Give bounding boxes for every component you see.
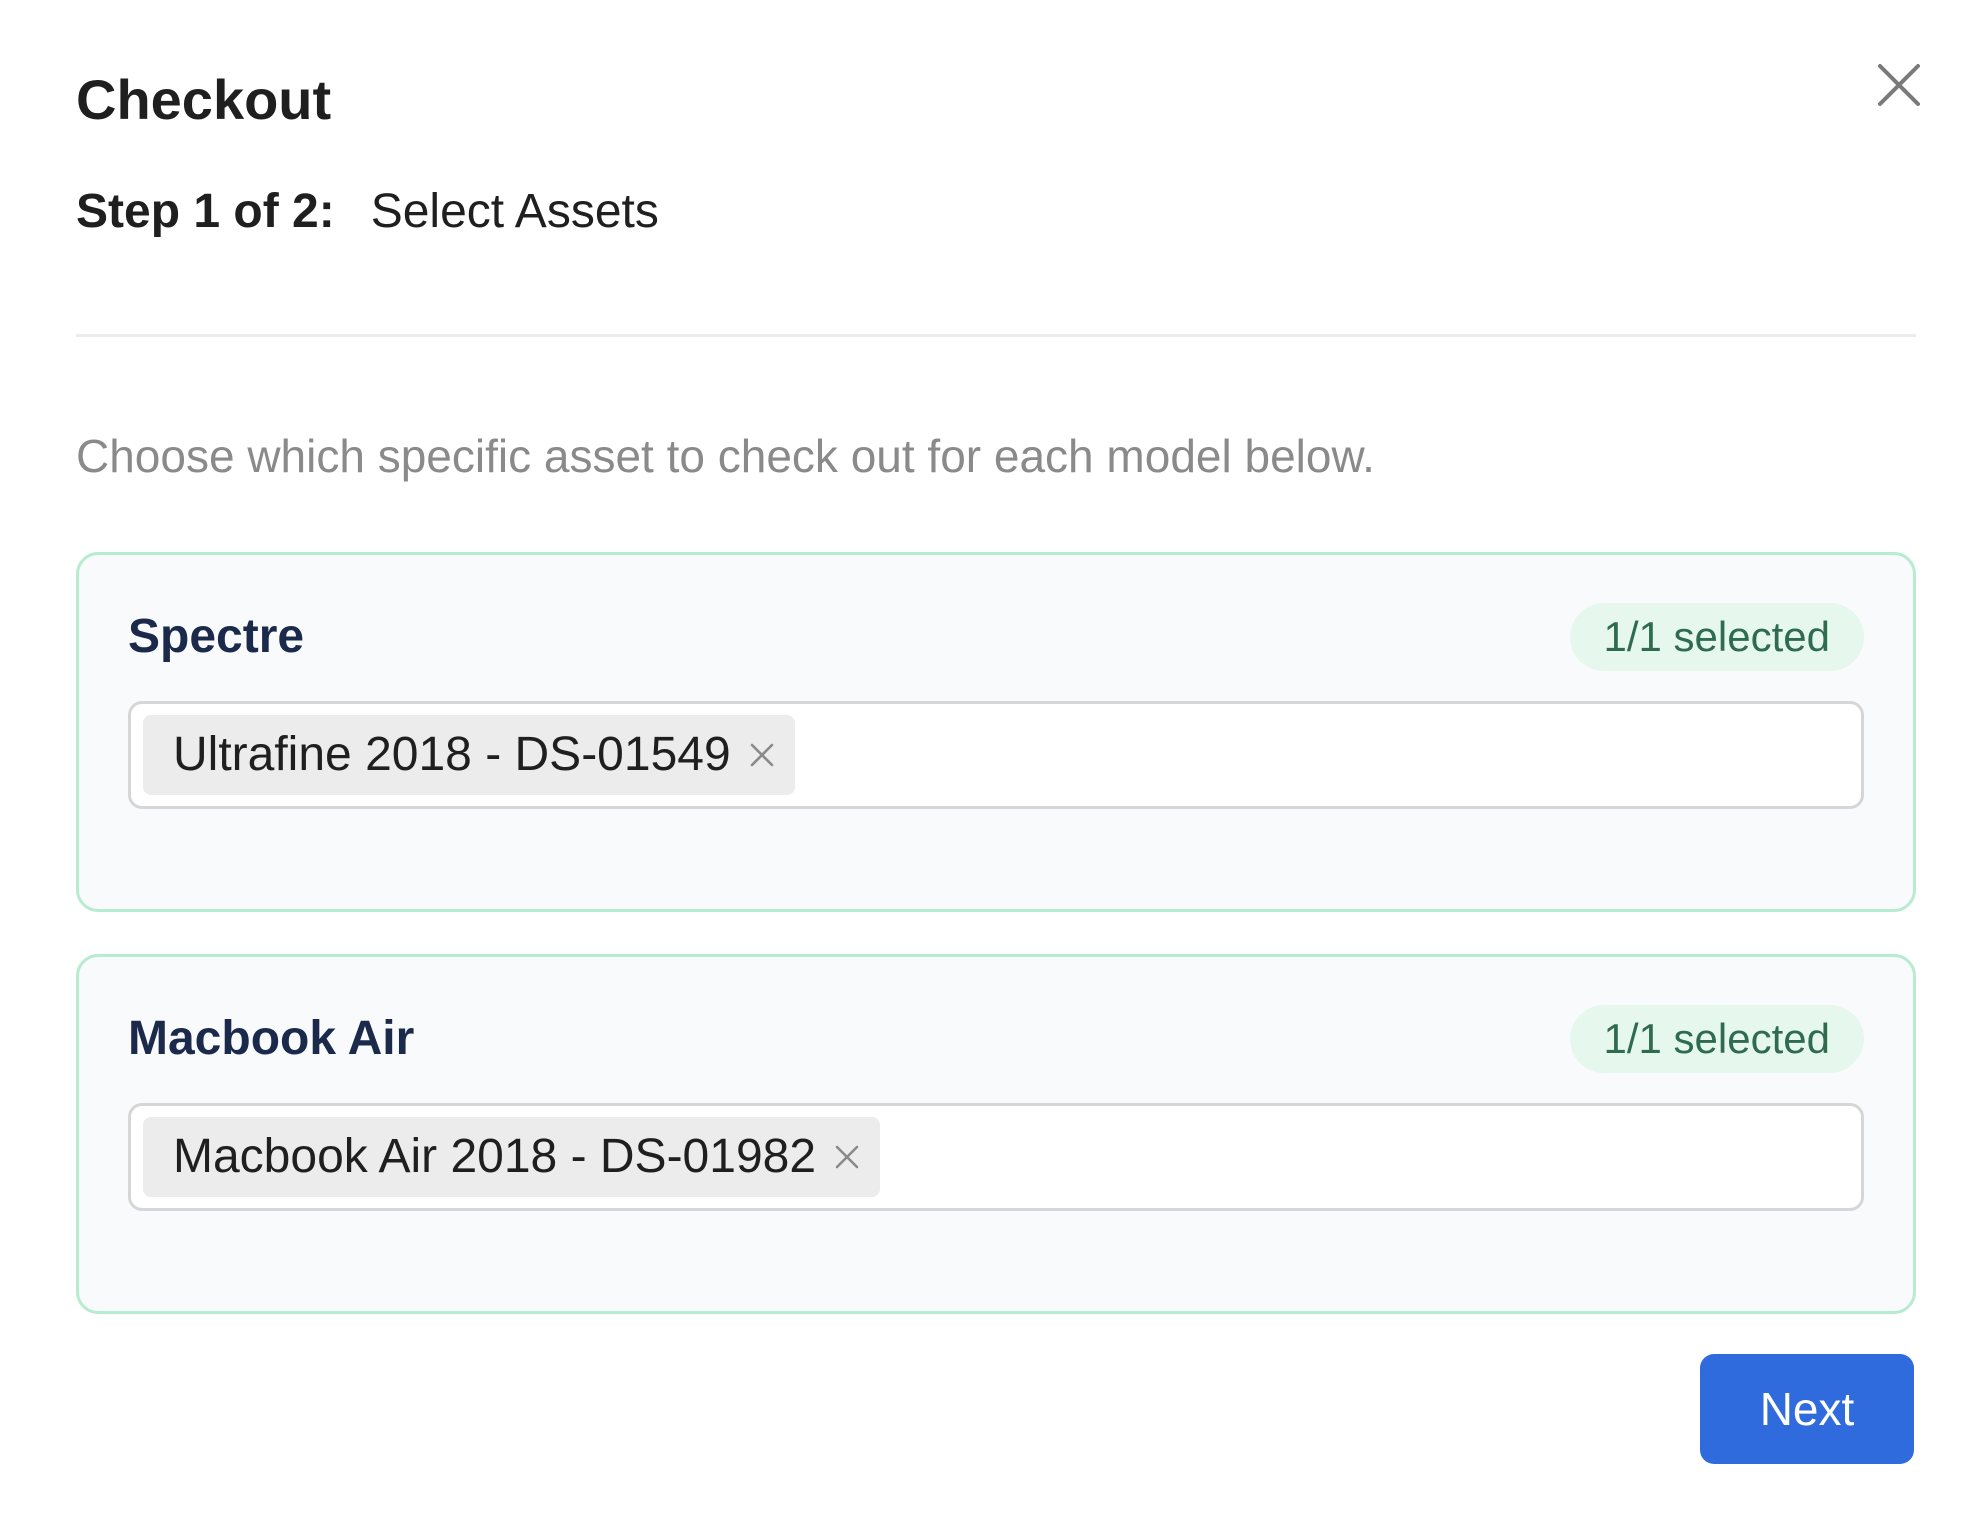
close-button[interactable] bbox=[1874, 60, 1924, 110]
close-icon bbox=[1878, 64, 1920, 106]
close-icon bbox=[835, 1145, 859, 1169]
model-title: Macbook Air bbox=[128, 1012, 415, 1065]
checkout-modal: Checkout Step 1 of 2: Select Assets Choos… bbox=[0, 0, 1976, 1516]
remove-tag-button[interactable] bbox=[747, 740, 777, 770]
close-icon bbox=[750, 743, 773, 767]
next-button[interactable]: Next bbox=[1700, 1354, 1914, 1464]
selected-asset-label: Macbook Air 2018 - DS-01982 bbox=[173, 1130, 817, 1183]
divider bbox=[76, 334, 1916, 337]
modal-title: Checkout bbox=[76, 68, 332, 131]
step-indicator: Step 1 of 2: Select Assets bbox=[76, 182, 659, 242]
remove-tag-button[interactable] bbox=[832, 1142, 862, 1172]
selection-count-badge: 1/1 selected bbox=[1569, 603, 1864, 671]
step-name: Select Assets bbox=[370, 185, 659, 238]
selected-asset-tag: Ultrafine 2018 - DS-01549 bbox=[143, 715, 795, 795]
asset-multiselect[interactable]: Macbook Air 2018 - DS-01982 bbox=[128, 1103, 1864, 1211]
selected-asset-label: Ultrafine 2018 - DS-01549 bbox=[173, 728, 731, 781]
model-card-spectre: Spectre 1/1 selected Ultrafine 2018 - DS… bbox=[76, 552, 1916, 912]
model-title: Spectre bbox=[128, 610, 305, 663]
step-label: Step 1 of 2: bbox=[76, 185, 335, 238]
model-card-macbook-air: Macbook Air 1/1 selected Macbook Air 201… bbox=[76, 954, 1916, 1314]
instructions-text: Choose which specific asset to check out… bbox=[76, 430, 1375, 482]
selection-count-badge: 1/1 selected bbox=[1569, 1005, 1864, 1073]
selected-asset-tag: Macbook Air 2018 - DS-01982 bbox=[143, 1117, 881, 1197]
asset-multiselect[interactable]: Ultrafine 2018 - DS-01549 bbox=[128, 701, 1864, 809]
